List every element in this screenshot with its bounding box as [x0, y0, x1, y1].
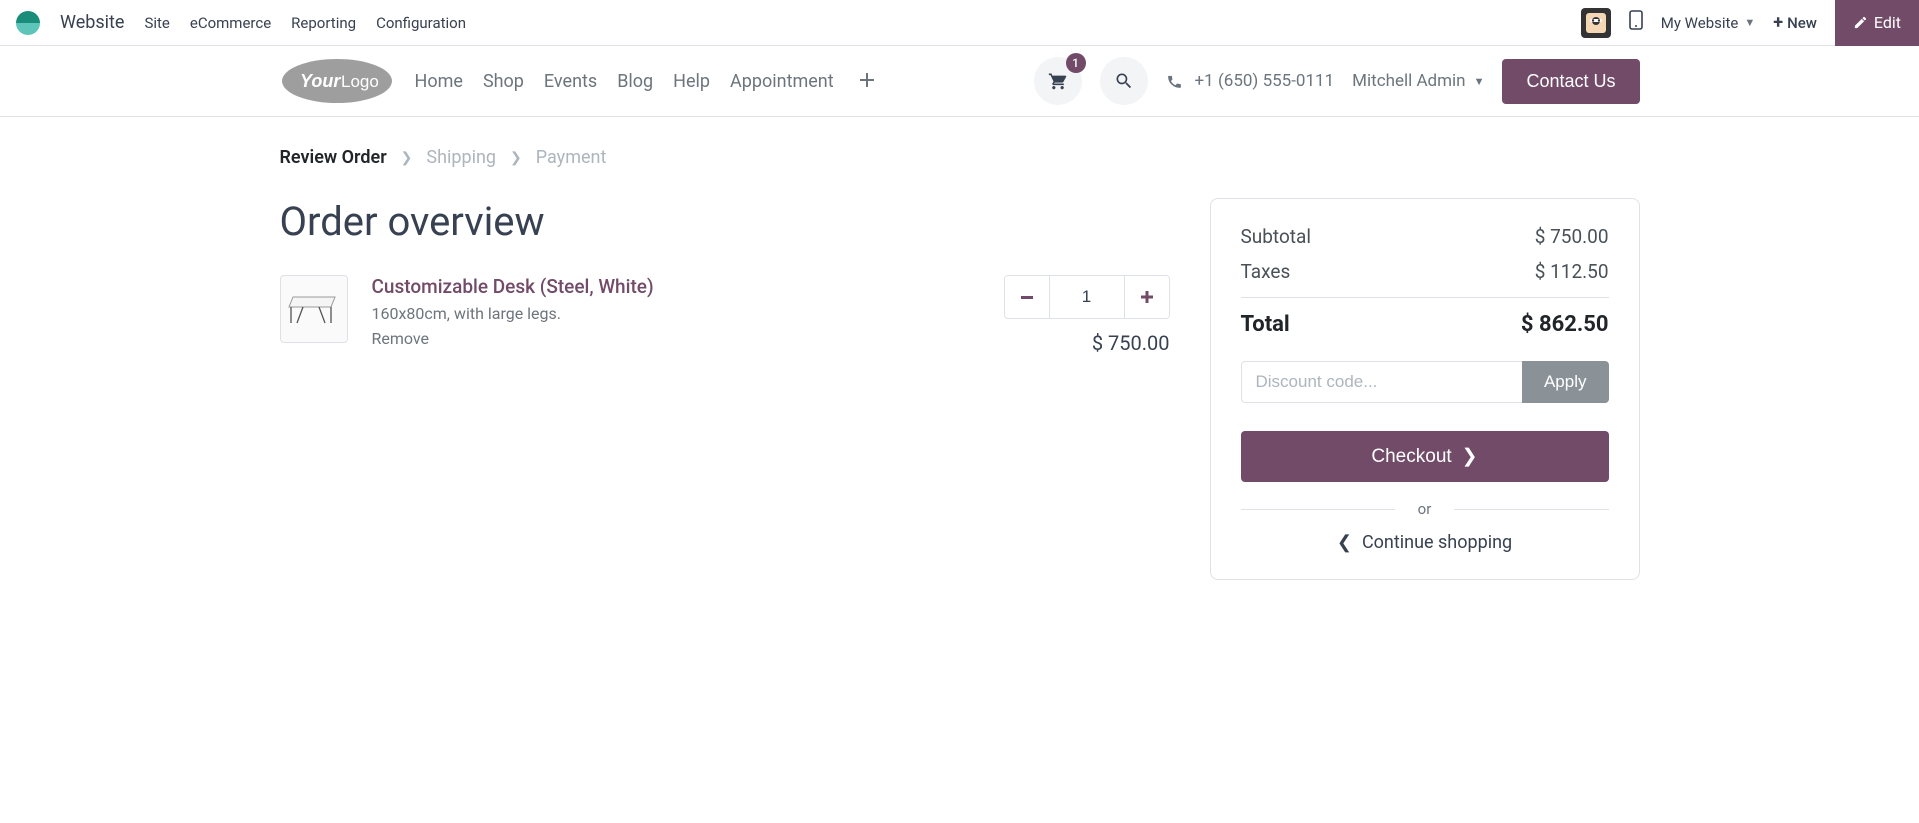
app-name[interactable]: Website [60, 12, 124, 33]
checkout-breadcrumb: Review Order ❯ Shipping ❯ Payment [280, 147, 1640, 168]
checkout-button-label: Checkout [1371, 446, 1451, 468]
nav-appointment[interactable]: Appointment [730, 71, 834, 92]
product-description: 160x80cm, with large legs. [372, 304, 966, 323]
quantity-decrease-button[interactable] [1005, 276, 1049, 318]
nav-shop[interactable]: Shop [483, 71, 524, 92]
contact-us-button[interactable]: Contact Us [1502, 59, 1639, 104]
item-price: $ 750.00 [1092, 331, 1170, 355]
apply-discount-button[interactable]: Apply [1522, 361, 1609, 403]
svg-text:Your: Your [300, 71, 341, 91]
breadcrumb-review-order[interactable]: Review Order [280, 147, 387, 168]
chevron-left-icon: ❮ [1337, 532, 1352, 553]
item-info: Customizable Desk (Steel, White) 160x80c… [372, 275, 966, 348]
discount-code-input[interactable] [1241, 361, 1522, 403]
caret-down-icon: ▼ [1474, 75, 1485, 88]
chevron-right-icon: ❯ [510, 150, 522, 166]
discount-row: Apply [1241, 361, 1609, 403]
item-controls: $ 750.00 [990, 275, 1170, 355]
search-button[interactable] [1100, 57, 1148, 105]
summary-taxes-row: Taxes $ 112.50 [1241, 260, 1609, 283]
product-thumbnail[interactable] [280, 275, 348, 343]
website-selector[interactable]: My Website ▼ [1661, 14, 1756, 32]
pencil-icon [1853, 15, 1868, 30]
site-nav: Home Shop Events Blog Help Appointment [415, 71, 880, 92]
or-divider: or [1241, 500, 1609, 518]
edit-button[interactable]: Edit [1835, 0, 1919, 46]
site-logo-icon[interactable]: Your Logo [280, 57, 395, 105]
page-title: Order overview [280, 198, 1170, 245]
edit-button-label: Edit [1874, 13, 1901, 32]
site-actions: 1 +1 (650) 555-0111 Mitchell Admin ▼ Con… [1034, 57, 1640, 105]
summary-total-row: Total $ 862.50 [1241, 312, 1609, 337]
phone-number: +1 (650) 555-0111 [1195, 71, 1335, 91]
user-dropdown[interactable]: Mitchell Admin ▼ [1352, 71, 1484, 91]
quantity-stepper [1004, 275, 1170, 319]
caret-down-icon: ▼ [1744, 16, 1755, 29]
minus-icon [1021, 296, 1033, 299]
plus-icon [1141, 291, 1153, 303]
user-name: Mitchell Admin [1352, 71, 1465, 91]
odoo-logo-icon [16, 11, 40, 35]
subtotal-label: Subtotal [1241, 225, 1311, 248]
order-summary: Subtotal $ 750.00 Taxes $ 112.50 Total $… [1210, 198, 1640, 580]
cart-badge: 1 [1066, 53, 1086, 73]
cart-item: Customizable Desk (Steel, White) 160x80c… [280, 275, 1170, 355]
remove-item-link[interactable]: Remove [372, 329, 966, 348]
admin-menu-ecommerce[interactable]: eCommerce [190, 14, 271, 32]
site-header: Your Logo Home Shop Events Blog Help App… [0, 46, 1919, 117]
page-content: Review Order ❯ Shipping ❯ Payment Order … [260, 117, 1660, 610]
cart-icon [1048, 71, 1068, 91]
admin-menu-site[interactable]: Site [144, 14, 169, 32]
total-label: Total [1241, 312, 1290, 337]
quantity-increase-button[interactable] [1125, 276, 1169, 318]
breadcrumb-payment: Payment [536, 147, 607, 168]
product-name[interactable]: Customizable Desk (Steel, White) [372, 275, 966, 298]
nav-blog[interactable]: Blog [617, 71, 653, 92]
subtotal-value: $ 750.00 [1535, 225, 1609, 248]
nav-help[interactable]: Help [673, 71, 710, 92]
admin-bar: Website Site eCommerce Reporting Configu… [0, 0, 1919, 46]
new-button[interactable]: + New [1773, 12, 1817, 33]
taxes-value: $ 112.50 [1535, 260, 1609, 283]
cart-button[interactable]: 1 [1034, 57, 1082, 105]
new-button-label: New [1787, 14, 1817, 32]
checkout-button[interactable]: Checkout ❯ [1241, 431, 1609, 482]
divider [1241, 297, 1609, 298]
admin-menu-reporting[interactable]: Reporting [291, 14, 356, 32]
nav-home[interactable]: Home [415, 71, 463, 92]
total-value: $ 862.50 [1521, 312, 1609, 337]
website-selector-label: My Website [1661, 14, 1739, 32]
phone-icon [1166, 73, 1183, 90]
nav-events[interactable]: Events [544, 71, 597, 92]
svg-text:Logo: Logo [341, 72, 379, 91]
user-avatar-icon[interactable] [1581, 8, 1611, 38]
search-icon [1114, 71, 1134, 91]
chevron-right-icon: ❯ [401, 150, 413, 166]
order-main: Order overview Customizable Desk (Steel,… [280, 198, 1170, 355]
plus-icon: + [1773, 12, 1783, 33]
nav-add-icon[interactable] [854, 72, 880, 91]
desk-icon [287, 289, 341, 329]
continue-shopping-label: Continue shopping [1362, 532, 1512, 553]
admin-bar-left: Website Site eCommerce Reporting Configu… [16, 11, 466, 35]
summary-subtotal-row: Subtotal $ 750.00 [1241, 225, 1609, 248]
taxes-label: Taxes [1241, 260, 1291, 283]
breadcrumb-shipping: Shipping [426, 147, 496, 168]
continue-shopping-link[interactable]: ❮ Continue shopping [1241, 532, 1609, 553]
admin-bar-right: My Website ▼ + New Edit [1581, 0, 1919, 46]
quantity-input[interactable] [1049, 276, 1125, 318]
admin-menu-configuration[interactable]: Configuration [376, 14, 466, 32]
phone-info: +1 (650) 555-0111 [1166, 71, 1335, 91]
chevron-right-icon: ❯ [1462, 445, 1478, 468]
mobile-preview-icon[interactable] [1629, 10, 1643, 35]
